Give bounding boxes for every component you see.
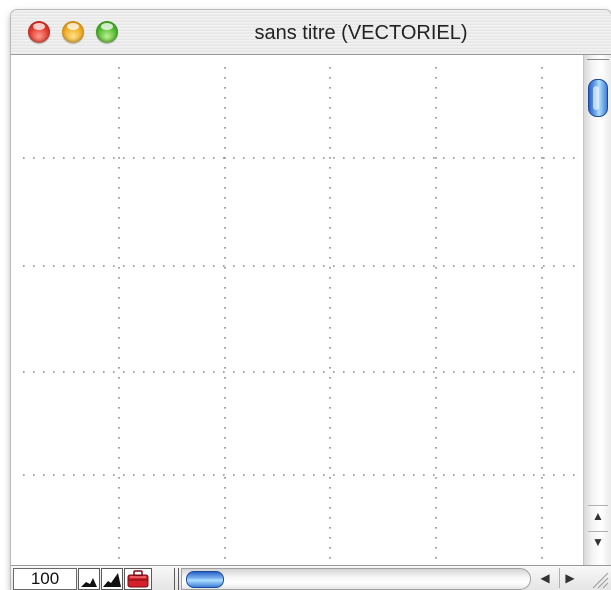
scroll-right-arrow-icon[interactable]: ▶	[559, 568, 580, 588]
horizontal-scroll-thumb[interactable]	[186, 571, 224, 588]
vertical-scrollbar[interactable]: ▲ ▼	[583, 55, 611, 565]
scroll-up-arrow-icon[interactable]: ▲	[588, 505, 608, 526]
drawing-canvas[interactable]	[11, 55, 583, 565]
mountain-small-icon[interactable]	[78, 568, 100, 590]
status-bar: 100 ◀ ▶	[11, 565, 611, 590]
zoom-button[interactable]	[96, 21, 118, 43]
vertical-scroll-thumb[interactable]	[588, 79, 608, 117]
minimize-button[interactable]	[62, 21, 84, 43]
window-title: sans titre (VECTORIEL)	[254, 22, 468, 44]
close-button[interactable]	[28, 21, 50, 43]
scroll-down-arrow-icon[interactable]: ▼	[588, 531, 608, 552]
mountain-large-icon[interactable]	[101, 568, 123, 590]
scrollbar-cap	[587, 59, 609, 66]
document-window: sans titre (VECTORIEL) ▲ ▼ 100 ◀ ▶	[11, 10, 611, 590]
title-bar[interactable]: sans titre (VECTORIEL)	[11, 10, 611, 55]
toolbox-icon[interactable]	[124, 568, 152, 590]
split-handle[interactable]	[174, 568, 179, 590]
resize-grip-icon[interactable]	[587, 568, 609, 589]
zoom-level-field[interactable]: 100	[13, 568, 77, 590]
dotted-grid	[23, 67, 583, 565]
horizontal-scrollbar[interactable]	[181, 568, 531, 590]
scroll-left-arrow-icon[interactable]: ◀	[535, 568, 555, 588]
